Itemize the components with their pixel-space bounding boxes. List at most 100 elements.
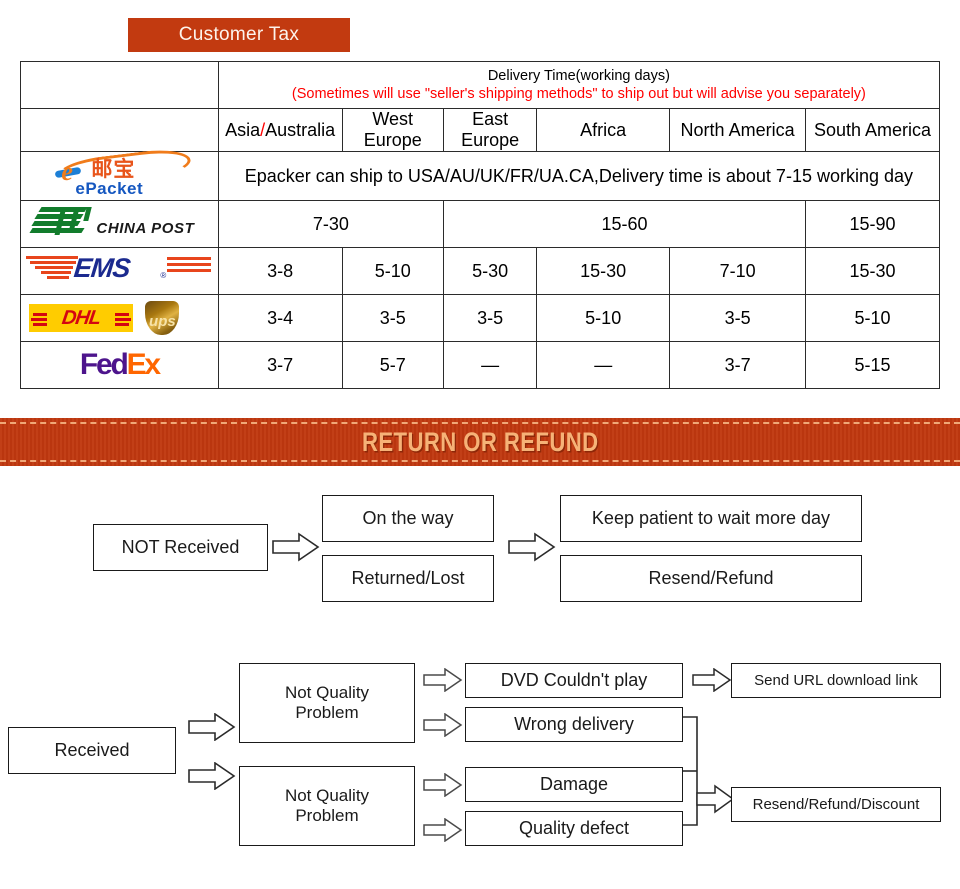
flow2-branch-not-quality-problem-1: Not Quality Problem (239, 766, 415, 846)
dhl-value-south-america: 5-10 (805, 294, 940, 342)
header-note-line2: (Sometimes will use "seller's shipping m… (291, 86, 866, 102)
flow1-middle-label-0: On the way (362, 507, 454, 528)
carrier-cell-fedex: FedEx (20, 341, 219, 389)
flow1-end-resend-refund: Resend/Refund (560, 555, 862, 602)
fedex-value-asia-australia: 3-7 (217, 341, 343, 389)
dhl-ups-logo: DHL ups (29, 300, 209, 336)
ems-value-south-america: 15-30 (805, 247, 940, 295)
header-note-cell: Delivery Time(working days) (Sometimes w… (217, 61, 941, 109)
ems-value-africa: 15-30 (536, 247, 671, 295)
epacket-logo: e 邮宝 ePacket (49, 145, 193, 199)
flow2-issue-wrong-delivery: Wrong delivery (465, 707, 683, 742)
flow1-start-not-received: NOT Received (93, 524, 268, 571)
china-post-value-asia-westeurope: 7-30 (217, 200, 444, 248)
table-row: e 邮宝 ePacket Epacker can ship to USA/AU/… (20, 145, 941, 201)
table-row: CHINA POST 7-30 15-60 15-90 (20, 200, 940, 248)
flow1-end-label-1: Resend/Refund (648, 567, 774, 588)
shipping-time-table: Delivery Time(working days) (Sometimes w… (20, 61, 941, 389)
flow2-arrow-start-to-branch-0 (188, 713, 236, 741)
return-or-refund-title: RETURN OR REFUND (361, 426, 599, 457)
flow2-branch-1-line2: Problem (295, 806, 359, 825)
dhl-value-asia-australia: 3-4 (217, 294, 343, 342)
flow2-issue-label-2: Damage (539, 773, 609, 794)
fedex-value-north-america: 3-7 (669, 341, 807, 389)
flow2-arrow-branch0-to-wrong-delivery (423, 713, 463, 737)
flow1-arrow-start-to-middle (272, 532, 320, 562)
dhl-logo: DHL (29, 304, 134, 332)
flow2-issue-damage: Damage (465, 767, 683, 802)
flow2-outcome-label-1: Resend/Refund/Discount (752, 795, 920, 813)
ems-right-stripes-icon (167, 257, 212, 273)
ems-value-west-europe: 5-10 (341, 247, 444, 295)
flow2-issue-label-1: Wrong delivery (514, 713, 634, 734)
ups-wordmark: ups (149, 313, 176, 330)
region-header-empty-cell (20, 108, 219, 152)
flow2-outcome-send-url-download-link: Send URL download link (731, 663, 941, 698)
column-header-north-america: North America (669, 108, 807, 152)
carrier-cell-ems: EMS ® (20, 247, 219, 295)
ems-logo: EMS ® (24, 251, 214, 291)
flow2-arrow-branch1-to-damage (423, 773, 463, 797)
epacket-e-glyph: e (61, 157, 73, 186)
china-post-logo: CHINA POST (26, 203, 212, 245)
column-header-west-europe: West Europe (341, 108, 444, 152)
flow1-end-label-0: Keep patient to wait more day (591, 507, 831, 528)
flow1-start-label: NOT Received (121, 536, 240, 557)
shipping-table: Delivery Time(working days) (Sometimes w… (20, 61, 941, 389)
china-post-wordmark: CHINA POST (96, 220, 195, 237)
flow2-issue-dvd-couldnt-play: DVD Couldn't play (465, 663, 683, 698)
australia-label: Australia (265, 119, 336, 140)
fedex-logo: FedEx (79, 348, 162, 381)
header-empty-cell (20, 61, 219, 109)
china-post-value-easteurope-northamerica: 15-60 (442, 200, 807, 248)
flow2-arrow-branch0-to-dvd (423, 668, 463, 692)
flow2-issue-label-3: Quality defect (518, 817, 630, 838)
column-header-asia-australia: Asia/Australia (217, 108, 343, 152)
flow2-outcome-resend-refund-discount: Resend/Refund/Discount (731, 787, 941, 822)
ems-wordmark: EMS (72, 253, 132, 283)
fedex-value-west-europe: 5-7 (341, 341, 444, 389)
flow1-end-keep-patient: Keep patient to wait more day (560, 495, 862, 542)
ems-left-stripes-icon (26, 256, 79, 282)
flow2-arrow-branch1-to-quality-defect (423, 818, 463, 842)
flow1-arrow-middle-to-end (508, 532, 556, 562)
table-row: EMS ® 3-8 5-10 5-30 15-30 7-10 15-30 (20, 247, 940, 295)
ems-value-north-america: 7-10 (669, 247, 807, 295)
flow2-arrow-start-to-branch-1 (188, 762, 236, 790)
flow2-arrow-dvd-to-url-link (692, 668, 732, 692)
flow2-branch-0-line1: Not Quality (284, 682, 370, 702)
flow2-issue-quality-defect: Quality defect (465, 811, 683, 846)
dhl-value-east-europe: 3-5 (442, 294, 538, 342)
flow2-outcome-label-0: Send URL download link (754, 671, 918, 689)
flow2-branch-1-line1: Not Quality (284, 785, 370, 805)
epacket-wordmark: ePacket (75, 179, 144, 198)
fedex-ex-wordmark: Ex (126, 348, 162, 381)
flow2-start-received: Received (8, 727, 176, 774)
table-row: FedEx 3-7 5-7 — — 3-7 5-15 (20, 341, 940, 389)
flow1-middle-on-the-way: On the way (322, 495, 494, 542)
ems-value-asia-australia: 3-8 (217, 247, 343, 295)
flow2-start-label: Received (54, 739, 130, 760)
ups-logo: ups (145, 301, 180, 335)
customer-tax-label: Customer Tax (178, 24, 300, 45)
carrier-cell-dhl-ups: DHL ups (20, 294, 219, 342)
column-header-africa: Africa (536, 108, 671, 152)
customer-tax-badge: Customer Tax (128, 18, 350, 52)
carrier-cell-epacket: e 邮宝 ePacket (20, 145, 219, 201)
flow2-branch-not-quality-problem-0: Not Quality Problem (239, 663, 415, 743)
dhl-wordmark: DHL (60, 306, 103, 329)
region-header-row: Asia/Australia West Europe East Europe A… (20, 108, 940, 152)
fedex-value-south-america: 5-15 (805, 341, 940, 389)
ems-value-east-europe: 5-30 (442, 247, 538, 295)
ems-registered-mark: ® (160, 271, 167, 280)
table-row: DHL ups 3-4 3-5 3-5 5-10 3-5 5-10 (20, 294, 940, 342)
fedex-value-africa: — (536, 341, 671, 389)
dhl-value-north-america: 3-5 (669, 294, 807, 342)
column-header-east-europe: East Europe (442, 108, 538, 152)
fedex-value-east-europe: — (442, 341, 538, 389)
epacket-chinese-glyph: 邮宝 (91, 158, 136, 181)
return-or-refund-banner: RETURN OR REFUND (0, 418, 960, 466)
fedex-fed-wordmark: Fed (79, 348, 129, 381)
epacket-note-cell: Epacker can ship to USA/AU/UK/FR/UA.CA,D… (217, 151, 941, 201)
column-header-south-america: South America (805, 108, 940, 152)
